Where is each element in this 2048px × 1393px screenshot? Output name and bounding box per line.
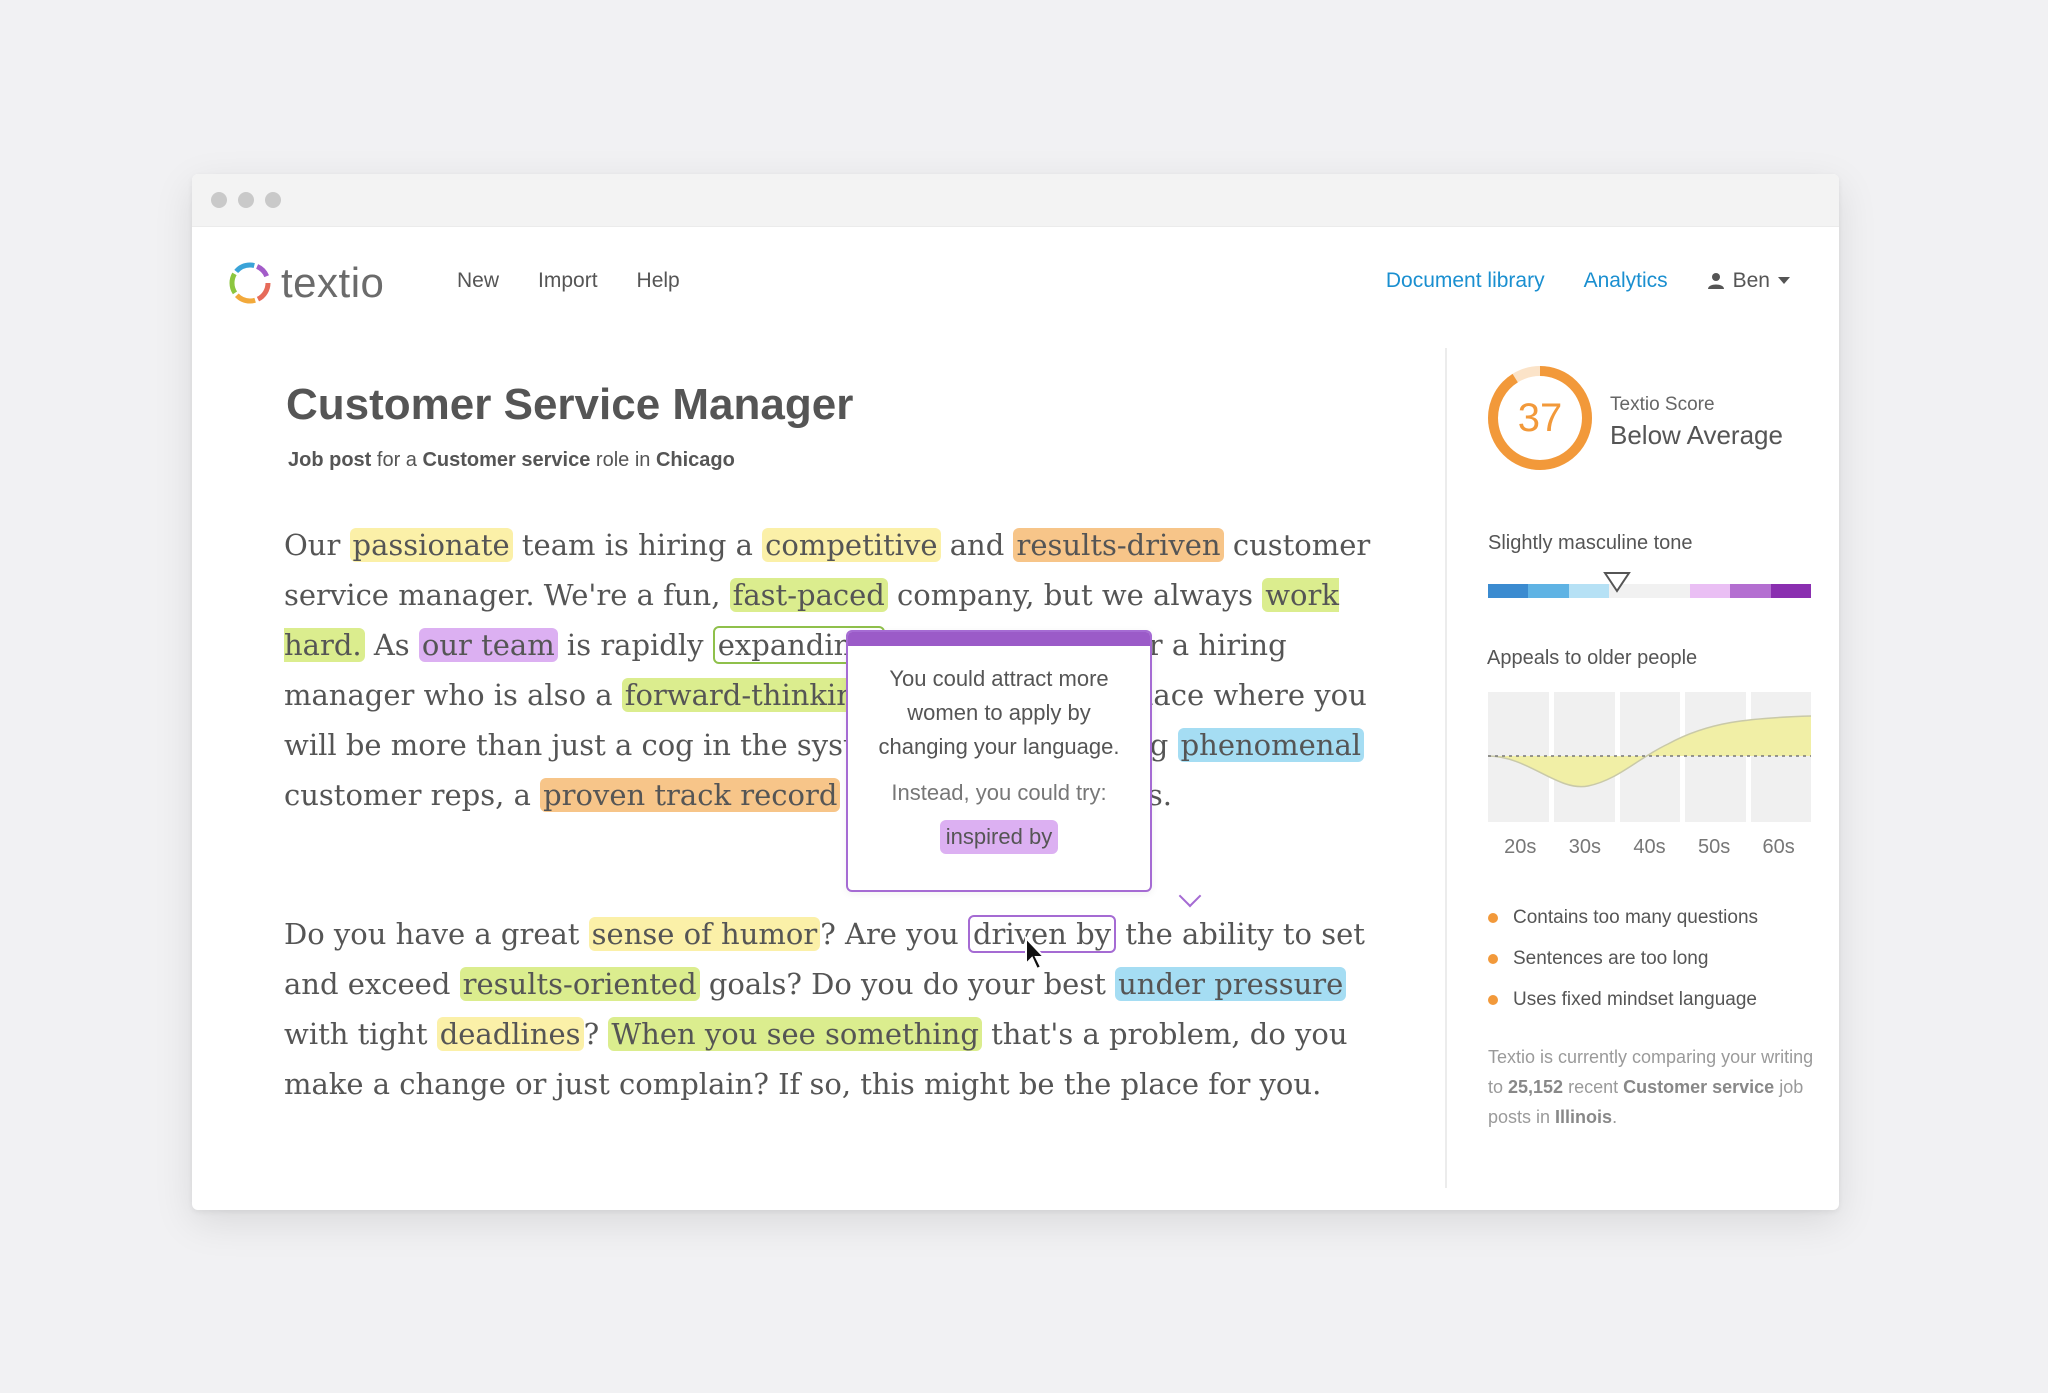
subtitle-text: for a (371, 449, 423, 471)
footnote-location: Illinois (1555, 1107, 1613, 1127)
footnote-count: 25,152 (1508, 1077, 1564, 1097)
body-text-run: ? Are you (820, 917, 968, 951)
age-tick: 20s (1504, 836, 1537, 858)
tone-segment (1730, 584, 1771, 598)
bullet-icon (1488, 994, 1498, 1005)
chevron-down-icon (1778, 277, 1790, 284)
body-text-run: Do you have a great (284, 917, 589, 951)
tooltip-try-label: Instead, you could try: (891, 780, 1107, 805)
body-text-run: As (364, 628, 419, 662)
bullet-icon (1488, 953, 1498, 964)
issue-item[interactable]: Contains too many questions (1488, 897, 1758, 938)
issue-item[interactable]: Sentences are too long (1488, 938, 1758, 979)
age-tick: 60s (1762, 836, 1795, 858)
window-dot[interactable] (238, 192, 254, 208)
tooltip-message: You could attract more women to apply by… (878, 666, 1120, 759)
main-nav: New Import Help (457, 269, 680, 293)
job-post-paragraph-2[interactable]: Do you have a great sense of humor? Are … (284, 909, 1414, 1109)
tone-meter (1488, 584, 1811, 598)
window-dot[interactable] (265, 192, 281, 208)
tone-segment (1488, 584, 1529, 598)
sidebar-divider (1445, 348, 1447, 1188)
highlight-passionate[interactable]: passionate (349, 528, 513, 562)
mouse-cursor-icon (1025, 936, 1047, 971)
age-label: Appeals to older people (1487, 647, 1698, 669)
body-text-run: company, but we always (887, 578, 1263, 612)
body-text-run: with tight (284, 1017, 437, 1051)
app-window: textio New Import Help Document library … (192, 174, 1839, 1210)
age-axis: 20s 30s 40s 50s 60s (1488, 836, 1811, 859)
score-label: Textio Score (1610, 394, 1715, 415)
issue-text: Contains too many questions (1513, 906, 1759, 928)
highlight-fast-paced[interactable]: fast-paced (729, 578, 888, 612)
nav-analytics[interactable]: Analytics (1584, 269, 1668, 293)
highlight-sense-of-humor[interactable]: sense of humor (588, 917, 821, 951)
footnote-text: recent (1563, 1077, 1624, 1097)
page-subtitle: Job post for a Customer service role in … (288, 449, 735, 472)
highlight-competitive[interactable]: competitive (762, 528, 941, 562)
score-status: Below Average (1610, 420, 1783, 450)
highlight-under-pressure[interactable]: under pressure (1115, 967, 1347, 1001)
highlight-when-you-see-something[interactable]: When you see something (608, 1017, 982, 1051)
tone-marker-icon (1603, 572, 1632, 593)
age-tick: 40s (1633, 836, 1666, 858)
window-dot[interactable] (211, 192, 227, 208)
comparison-footnote: Textio is currently comparing your writi… (1488, 1042, 1818, 1132)
body-text-run: is rapidly (557, 628, 713, 662)
footnote-text: . (1612, 1107, 1618, 1127)
body-text-run: team is hiring a (512, 528, 763, 562)
user-menu[interactable]: Ben (1707, 269, 1790, 293)
secondary-nav: Document library Analytics Ben (1386, 269, 1790, 293)
nav-import[interactable]: Import (538, 269, 598, 293)
highlight-proven-track-record[interactable]: proven track record (540, 778, 841, 812)
textio-logo[interactable]: textio (227, 258, 384, 308)
issue-text: Uses fixed mindset language (1513, 988, 1757, 1010)
body-text-run: customer reps, a (284, 778, 541, 812)
subtitle-type: Job post (288, 449, 372, 471)
nav-document-library[interactable]: Document library (1386, 269, 1545, 293)
issue-text: Sentences are too long (1513, 947, 1709, 969)
highlight-deadlines[interactable]: deadlines (436, 1017, 584, 1051)
nav-help[interactable]: Help (637, 269, 680, 293)
highlight-results-driven[interactable]: results-driven (1013, 528, 1224, 562)
age-tick: 30s (1568, 836, 1602, 858)
age-tick: 50s (1697, 836, 1731, 858)
highlight-our-team[interactable]: our team (418, 628, 558, 662)
tone-label: Slightly masculine tone (1488, 532, 1693, 554)
highlight-results-oriented[interactable]: results-oriented (459, 967, 700, 1001)
tone-segment (1689, 584, 1731, 598)
score-value: 37 (1518, 396, 1563, 440)
tone-segment (1649, 584, 1690, 598)
body-text-run: goals? Do you do your best (699, 967, 1116, 1001)
logo-text: textio (281, 259, 385, 306)
suggestion-chip[interactable]: inspired by (939, 820, 1059, 854)
subtitle-location: Chicago (655, 449, 735, 471)
score-ring: 37 (1488, 366, 1592, 470)
user-icon (1707, 273, 1724, 289)
subtitle-role: Customer service (422, 449, 591, 471)
page-title: Customer Service Manager (286, 380, 854, 429)
tone-segment (1528, 584, 1569, 598)
body-text-run: ? (583, 1017, 609, 1051)
bullet-icon (1488, 912, 1498, 923)
body-text-run: Our (284, 528, 350, 562)
age-appeal-chart (1488, 692, 1811, 822)
highlight-phenomenal[interactable]: phenomenal (1177, 728, 1365, 762)
issues-list: Contains too many questions Sentences ar… (1488, 897, 1758, 1020)
highlight-forward-thinking[interactable]: forward-thinking (621, 678, 877, 712)
subtitle-text: role in (590, 449, 656, 471)
nav-new[interactable]: New (457, 269, 499, 293)
body-text-run: and (940, 528, 1014, 562)
tooltip-arrow (1178, 884, 1202, 908)
window-titlebar (192, 174, 1839, 227)
footnote-role: Customer service (1623, 1077, 1775, 1097)
user-name: Ben (1732, 269, 1770, 292)
tone-segment (1770, 584, 1811, 598)
issue-item[interactable]: Uses fixed mindset language (1488, 979, 1758, 1020)
suggestion-tooltip: You could attract more women to apply by… (846, 630, 1152, 892)
textio-logo-icon (229, 262, 271, 304)
